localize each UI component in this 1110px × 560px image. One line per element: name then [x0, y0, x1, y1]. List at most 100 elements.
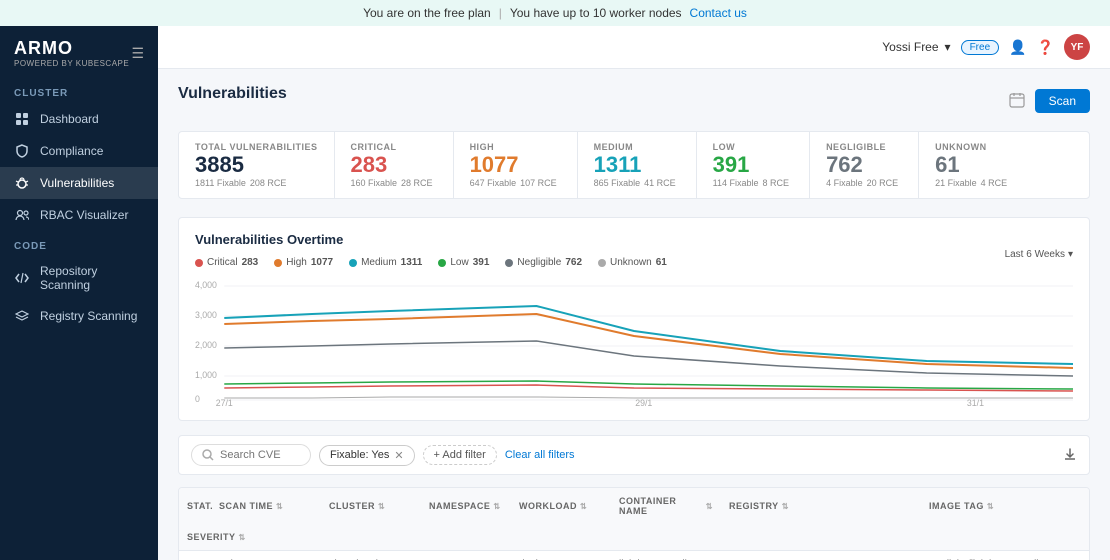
nodes-text: You have up to 10 worker nodes — [510, 6, 682, 20]
vulnerability-chart: 4,000 3,000 2,000 1,000 0 — [195, 276, 1073, 406]
svg-text:4,000: 4,000 — [195, 280, 217, 290]
search-icon — [202, 449, 214, 461]
sidebar-item-dashboard-label: Dashboard — [40, 112, 99, 126]
bug-icon — [14, 175, 30, 191]
stat-low: LOW 391 114 Fixable8 RCE — [697, 132, 810, 198]
hamburger-icon[interactable]: ☰ — [131, 45, 144, 62]
svg-text:27/1: 27/1 — [216, 398, 233, 406]
sidebar-item-registry[interactable]: Registry Scanning — [0, 300, 158, 332]
th-namespace[interactable]: NAMESPACE⇅ — [421, 488, 511, 524]
table-row[interactable]: Feb 2, 202317:54:29 gke_elated-pottery-.… — [179, 551, 1089, 560]
stat-total: TOTAL VULNERABILITIES 3885 1811 Fixable2… — [179, 132, 335, 198]
search-input[interactable] — [220, 449, 300, 461]
top-header: Yossi Free ▾ Free 👤 ❓ YF — [158, 26, 1110, 69]
legend-unknown: Unknown 61 — [598, 257, 667, 268]
sidebar-item-compliance-label: Compliance — [40, 144, 103, 158]
th-container[interactable]: CONTAINER NAME⇅ — [611, 488, 721, 524]
svg-text:1,000: 1,000 — [195, 370, 217, 380]
sidebar-item-dashboard[interactable]: Dashboard — [0, 103, 158, 135]
sidebar-item-repository-label: Repository Scanning — [40, 264, 144, 292]
close-chip-icon[interactable]: ✕ — [394, 449, 403, 462]
download-icon[interactable] — [1063, 447, 1077, 464]
sidebar-item-rbac[interactable]: RBAC Visualizer — [0, 199, 158, 231]
th-scan-time[interactable]: SCAN TIME⇅ — [211, 488, 321, 524]
sort-icon: ⇅ — [493, 502, 500, 511]
chart-legend: Critical 283 High 1077 Medium — [195, 257, 667, 268]
stat-unknown: UNKNOWN 61 21 Fixable4 RCE — [919, 132, 1027, 198]
users-icon — [14, 207, 30, 223]
td-image-tag: roadiehq/lighthouse-audit-service:latest — [921, 551, 1089, 560]
sidebar-item-repository[interactable]: Repository Scanning — [0, 256, 158, 300]
vulnerabilities-table: STAT. SCAN TIME⇅ CLUSTER⇅ NAMESPACE⇅ WOR… — [178, 487, 1090, 560]
layers-icon — [14, 308, 30, 324]
time-filter[interactable]: Last 6 Weeks ▾ — [1005, 249, 1073, 260]
grid-icon — [14, 111, 30, 127]
code-section-label: CODE — [0, 231, 158, 256]
calendar-icon — [1009, 92, 1025, 111]
stats-row: TOTAL VULNERABILITIES 3885 1811 Fixable2… — [178, 131, 1090, 199]
sort-icon: ⇅ — [276, 502, 283, 511]
svg-text:0: 0 — [195, 394, 200, 404]
stat-negligible: NEGLIGIBLE 762 4 Fixable20 RCE — [810, 132, 919, 198]
scan-label: Scan — [1049, 94, 1076, 108]
th-severity[interactable]: SEVERITY⇅ — [179, 524, 211, 550]
fixable-filter-chip[interactable]: Fixable: Yes ✕ — [319, 445, 415, 466]
cluster-section-label: CLUSTER — [0, 78, 158, 103]
sort-icon: ⇅ — [239, 533, 246, 542]
page-content: Vulnerabilities Scan TOTAL VULNERABILITI… — [158, 69, 1110, 560]
sidebar-item-vulnerabilities[interactable]: Vulnerabilities — [0, 167, 158, 199]
page-title: Vulnerabilities — [178, 85, 287, 103]
chart-title: Vulnerabilities Overtime — [195, 232, 667, 247]
sidebar-item-rbac-label: RBAC Visualizer — [40, 208, 128, 222]
legend-high: High 1077 — [274, 257, 333, 268]
page-header-row: Vulnerabilities Scan — [178, 85, 1090, 117]
sidebar-item-vulnerabilities-label: Vulnerabilities — [40, 176, 114, 190]
table-header: STAT. SCAN TIME⇅ CLUSTER⇅ NAMESPACE⇅ WOR… — [179, 488, 1089, 551]
chart-section: Vulnerabilities Overtime Critical 283 Hi… — [178, 217, 1090, 421]
svg-text:29/1: 29/1 — [635, 398, 652, 406]
th-cluster[interactable]: CLUSTER⇅ — [321, 488, 421, 524]
code-icon — [14, 270, 30, 286]
plan-text: You are on the free plan — [363, 6, 491, 20]
logo-text: ARMO — [14, 38, 129, 59]
sidebar-item-registry-label: Registry Scanning — [40, 309, 137, 323]
scan-button[interactable]: Scan — [1035, 89, 1090, 113]
sidebar-logo: ARMO POWERED BY KUBESCAPE ☰ — [0, 26, 158, 78]
th-registry[interactable]: REGISTRY⇅ — [721, 488, 921, 524]
sort-icon: ⇅ — [706, 502, 713, 511]
td-cluster: gke_elated-pottery-... — [321, 551, 421, 560]
sort-icon: ⇅ — [987, 502, 994, 511]
td-registry: roadiehq — [721, 557, 921, 560]
svg-text:2,000: 2,000 — [195, 340, 217, 350]
sort-icon: ⇅ — [580, 502, 587, 511]
contact-us-link[interactable]: Contact us — [690, 6, 747, 20]
stat-high: HIGH 1077 647 Fixable107 RCE — [454, 132, 578, 198]
clear-all-filters[interactable]: Clear all filters — [505, 449, 575, 461]
legend-negligible: Negligible 762 — [505, 257, 582, 268]
person-icon[interactable]: 👤 — [1009, 39, 1026, 56]
stat-critical: CRITICAL 283 160 Fixable28 RCE — [335, 132, 454, 198]
user-menu[interactable]: Yossi Free ▾ — [882, 40, 950, 54]
help-icon[interactable]: ❓ — [1037, 39, 1054, 56]
sort-icon: ⇅ — [378, 502, 385, 511]
shield-icon — [14, 143, 30, 159]
th-status: STAT. — [179, 488, 211, 524]
td-scan-time: Feb 2, 202317:54:29 — [211, 551, 321, 560]
top-banner: You are on the free plan | You have up t… — [0, 0, 1110, 26]
sidebar: ARMO POWERED BY KUBESCAPE ☰ CLUSTER Dash… — [0, 26, 158, 560]
legend-low: Low 391 — [438, 257, 489, 268]
search-box[interactable] — [191, 444, 311, 466]
avatar[interactable]: YF — [1064, 34, 1090, 60]
sidebar-item-compliance[interactable]: Compliance — [0, 135, 158, 167]
plan-badge: Free — [961, 40, 1000, 55]
legend-medium: Medium 1311 — [349, 257, 422, 268]
chevron-down-icon: ▾ — [1068, 249, 1073, 260]
th-image-tag[interactable]: IMAGE TAG⇅ — [921, 488, 1089, 524]
svg-text:3,000: 3,000 — [195, 310, 217, 320]
td-container: lighthouse-audit-service — [611, 551, 721, 560]
stat-medium: MEDIUM 1311 865 Fixable41 RCE — [578, 132, 697, 198]
add-filter-button[interactable]: + Add filter — [423, 445, 497, 465]
sort-icon: ⇅ — [782, 502, 789, 511]
filter-row: Fixable: Yes ✕ + Add filter Clear all fi… — [178, 435, 1090, 475]
th-workload[interactable]: WORKLOAD⇅ — [511, 488, 611, 524]
